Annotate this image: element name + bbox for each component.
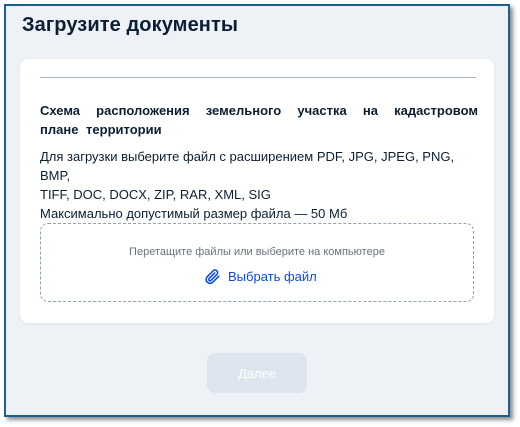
dropzone-instruction: Перетащите файлы или выберите на компьют… (129, 246, 385, 258)
hint-line-formats-cont: TIFF, DOC, DOCX, ZIP, RAR, XML, SIG (40, 187, 271, 202)
choose-file-label: Выбрать файл (228, 269, 317, 284)
upload-hint: Для загрузки выберите файл с расширением… (40, 147, 478, 223)
page-title: Загрузите документы (22, 14, 239, 36)
paperclip-icon (204, 268, 221, 285)
app-window: Загрузите документы Схема расположения з… (4, 4, 510, 417)
divider (40, 77, 476, 78)
file-dropzone[interactable]: Перетащите файлы или выберите на компьют… (40, 223, 474, 302)
hint-line-max-size: Максимально допустимый размер файла — 50… (40, 206, 348, 221)
next-button[interactable]: Далее (207, 353, 307, 393)
upload-card: Схема расположения земельного участка на… (20, 59, 494, 323)
document-title: Схема расположения земельного участка на… (40, 103, 478, 137)
hint-line-formats: Для загрузки выберите файл с расширением… (40, 149, 455, 183)
choose-file-button[interactable]: Выбрать файл (204, 268, 317, 285)
